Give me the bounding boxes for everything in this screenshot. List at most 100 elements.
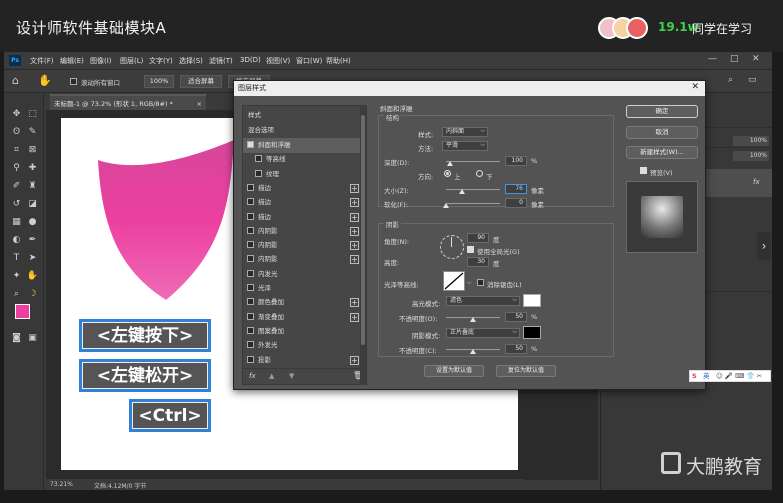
- screen-mode-icon[interactable]: ▣: [26, 332, 39, 344]
- hand-tool-icon[interactable]: ✋: [38, 74, 52, 87]
- close-icon[interactable]: ✕: [752, 54, 760, 64]
- style-item[interactable]: 描边 +: [243, 195, 363, 210]
- path-select-icon[interactable]: ➤: [26, 252, 39, 264]
- size-field[interactable]: 76: [505, 184, 527, 194]
- style-item-checkbox[interactable]: [247, 269, 254, 277]
- style-item[interactable]: 纹理: [243, 167, 363, 182]
- fill-field[interactable]: 100%: [733, 151, 769, 161]
- gradient-tool-icon[interactable]: ▦: [10, 216, 23, 228]
- style-item[interactable]: 外发光: [243, 338, 363, 353]
- pen-tool-icon[interactable]: ✒: [26, 234, 39, 246]
- highlight-color-swatch[interactable]: [523, 294, 541, 307]
- menu-help[interactable]: 帮助(H): [326, 56, 351, 66]
- move-tool-icon[interactable]: ✥: [10, 108, 23, 120]
- style-item[interactable]: 内发光: [243, 267, 363, 282]
- menu-image[interactable]: 图像(I): [90, 56, 112, 66]
- style-item[interactable]: 描边 +: [243, 181, 363, 196]
- dialog-close-icon[interactable]: ✕: [691, 82, 699, 92]
- blur-tool-icon[interactable]: ●: [26, 216, 39, 228]
- highlight-opacity-field[interactable]: 50: [505, 312, 527, 322]
- shape-tool-icon[interactable]: ✦: [10, 270, 23, 282]
- style-item[interactable]: 等高线: [243, 152, 363, 167]
- quick-select-icon[interactable]: ✎: [26, 126, 39, 138]
- crop-tool-icon[interactable]: ⌗: [10, 144, 23, 156]
- style-item-checkbox[interactable]: [247, 355, 254, 363]
- scrollbar-thumb[interactable]: [361, 115, 365, 345]
- style-item-checkbox[interactable]: [247, 212, 254, 220]
- depth-slider-knob[interactable]: [447, 161, 453, 166]
- style-item[interactable]: 投影 +: [243, 353, 363, 368]
- status-zoom[interactable]: 73.21%: [50, 481, 73, 488]
- shadow-mode-select[interactable]: 正片叠底: [446, 328, 520, 338]
- direction-up-radio[interactable]: [444, 170, 451, 177]
- soften-slider[interactable]: [446, 203, 500, 204]
- heal-tool-icon[interactable]: ✚: [26, 162, 39, 174]
- zoom-100-button[interactable]: 100%: [144, 75, 174, 88]
- shadow-color-swatch[interactable]: [523, 326, 541, 339]
- frame-tool-icon[interactable]: ⊠: [26, 144, 39, 156]
- menu-type[interactable]: 文字(Y): [149, 56, 173, 66]
- styles-header[interactable]: 样式: [243, 108, 363, 123]
- direction-down-radio[interactable]: [476, 170, 483, 177]
- fit-screen-button[interactable]: 适合屏幕: [180, 75, 222, 88]
- minimize-icon[interactable]: —: [708, 54, 717, 64]
- bevel-style-select[interactable]: 内斜面: [442, 127, 488, 137]
- set-default-button[interactable]: 设置为默认值: [424, 365, 484, 377]
- chevron-right-icon[interactable]: ›: [757, 232, 771, 260]
- contour-dropdown-icon[interactable]: ⌵: [467, 279, 472, 287]
- foreground-color-swatch[interactable]: [15, 304, 30, 319]
- style-item[interactable]: 内阴影 +: [243, 252, 363, 267]
- style-item-checkbox[interactable]: [247, 298, 254, 306]
- dodge-tool-icon[interactable]: ◐: [10, 234, 23, 246]
- opacity-field[interactable]: 100%: [733, 136, 769, 146]
- eyedropper-icon[interactable]: ⚲: [10, 162, 23, 174]
- angle-dial[interactable]: [440, 235, 464, 259]
- style-item-checkbox[interactable]: [255, 155, 262, 163]
- menu-layer[interactable]: 图层(L): [120, 56, 143, 66]
- hand-icon[interactable]: ✋: [26, 270, 39, 282]
- style-item-checkbox[interactable]: [247, 198, 254, 206]
- brush-tool-icon[interactable]: ✐: [10, 180, 23, 192]
- depth-slider[interactable]: [446, 161, 500, 162]
- add-style-icon[interactable]: +: [350, 212, 359, 222]
- style-item[interactable]: 渐变叠加 +: [243, 310, 363, 325]
- menu-window[interactable]: 窗口(W): [296, 56, 322, 66]
- style-item[interactable]: 斜面和浮雕: [243, 138, 363, 153]
- shadow-opacity-knob[interactable]: [470, 349, 476, 354]
- size-slider-knob[interactable]: [459, 189, 465, 194]
- workspace-icon[interactable]: ▭: [748, 75, 757, 85]
- shadow-opacity-field[interactable]: 50: [505, 344, 527, 354]
- quick-mask-icon[interactable]: ◙: [10, 332, 23, 344]
- style-item[interactable]: 图案叠加: [243, 324, 363, 339]
- new-style-button[interactable]: 新建样式(W)...: [626, 146, 698, 159]
- style-item-checkbox[interactable]: [247, 326, 254, 334]
- blend-options-item[interactable]: 混合选项: [243, 123, 363, 138]
- style-item[interactable]: 内阴影 +: [243, 238, 363, 253]
- add-style-icon[interactable]: +: [350, 298, 359, 308]
- style-item[interactable]: 光泽: [243, 281, 363, 296]
- style-item[interactable]: 描边 +: [243, 210, 363, 225]
- ime-tools-icon[interactable]: ☺ 🎤 ⌨ 👕 ✂: [716, 371, 762, 381]
- marquee-tool-icon[interactable]: ⬚: [26, 108, 39, 120]
- banana-icon[interactable]: ☽: [26, 288, 39, 300]
- menu-filter[interactable]: 滤镜(T): [209, 56, 233, 66]
- home-icon[interactable]: ⌂: [12, 74, 19, 87]
- highlight-opacity-knob[interactable]: [470, 317, 476, 322]
- move-up-icon[interactable]: ▲: [269, 372, 274, 380]
- add-style-icon[interactable]: +: [350, 312, 359, 322]
- add-style-icon[interactable]: +: [350, 198, 359, 208]
- ime-language[interactable]: 英: [703, 371, 710, 381]
- scroll-all-checkbox[interactable]: [70, 78, 77, 85]
- style-item-checkbox[interactable]: [247, 255, 254, 263]
- antialias-checkbox[interactable]: [477, 279, 484, 286]
- soften-slider-knob[interactable]: [443, 203, 449, 208]
- history-brush-icon[interactable]: ↺: [10, 198, 23, 210]
- add-style-icon[interactable]: +: [350, 255, 359, 265]
- style-item-checkbox[interactable]: [247, 226, 254, 234]
- menu-3d[interactable]: 3D(D): [240, 56, 261, 64]
- ok-button[interactable]: 确定: [626, 105, 698, 118]
- style-item[interactable]: 内阴影 +: [243, 224, 363, 239]
- zoom-tool-icon[interactable]: ⌕: [10, 288, 23, 300]
- highlight-mode-select[interactable]: 滤色: [446, 296, 520, 306]
- style-item-checkbox[interactable]: [247, 241, 254, 249]
